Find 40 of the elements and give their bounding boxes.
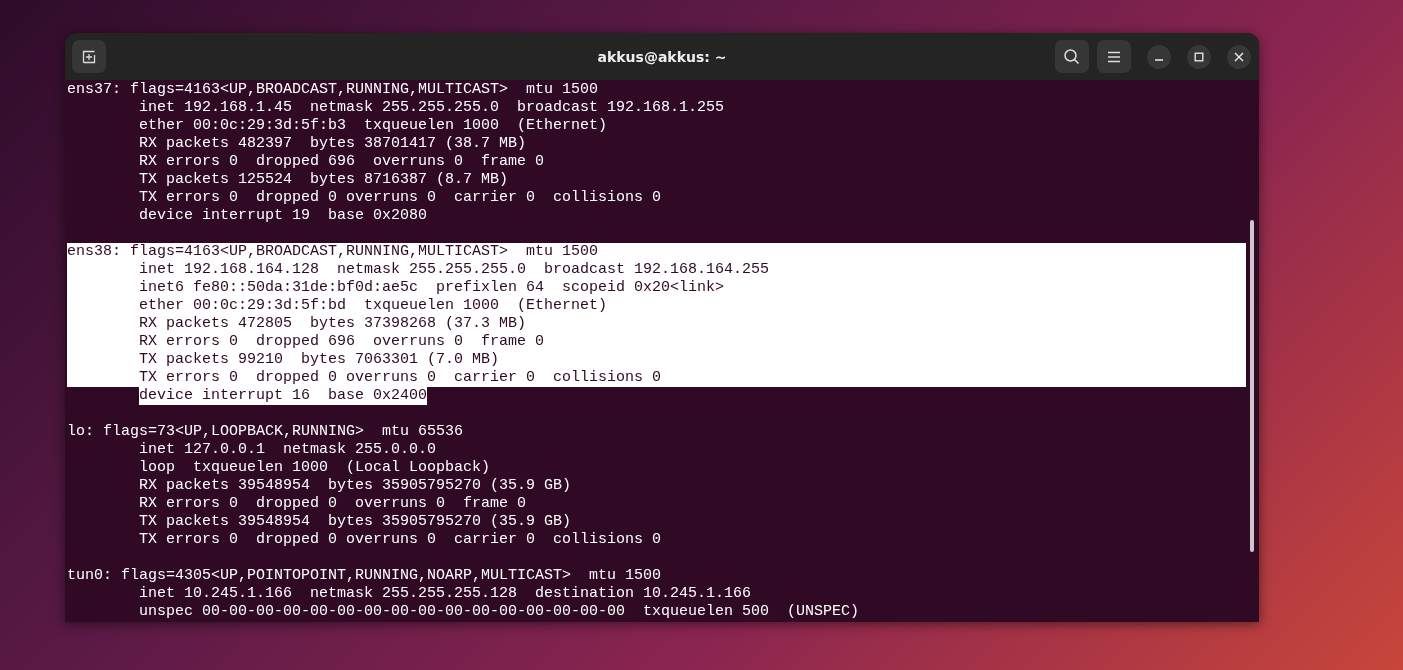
output-line: loop txqueuelen 1000 (Local Loopback) bbox=[139, 459, 491, 477]
output-line: RX packets 472805 bytes 37398268 (37.3 MB) bbox=[139, 315, 527, 333]
close-icon bbox=[1234, 51, 1244, 62]
menu-icon bbox=[1107, 50, 1121, 63]
output-line: RX errors 0 dropped 0 overruns 0 frame 0 bbox=[139, 495, 527, 513]
output-line: inet 10.245.1.166 netmask 255.255.255.128 destination 10.245.1.166 bbox=[139, 585, 752, 603]
minimize-button[interactable] bbox=[1147, 44, 1171, 69]
output-line: TX packets 99210 bytes 7063301 (7.0 MB) bbox=[139, 351, 500, 369]
output-line: RX packets 482397 bytes 38701417 (38.7 MB) bbox=[139, 135, 527, 153]
output-line: TX packets 125524 bytes 8716387 (8.7 MB) bbox=[139, 171, 509, 189]
output-line: TX errors 0 dropped 0 overruns 0 carrier 0 collisions 0 bbox=[139, 189, 662, 207]
output-line: lo: flags=73<UP,LOOPBACK,RUNNING> mtu 65536 bbox=[67, 423, 464, 441]
output-line: ens38: flags=4163<UP,BROADCAST,RUNNING,MULTICAST> mtu 1500 bbox=[67, 243, 599, 261]
output-line: RX errors 0 dropped 696 overruns 0 frame 0 bbox=[139, 153, 545, 171]
output-line: inet 192.168.164.128 netmask 255.255.255.0 broadcast 192.168.164.255 bbox=[139, 261, 770, 279]
maximize-button[interactable] bbox=[1187, 44, 1211, 69]
output-line: inet6 fe80::50da:31de:bf0d:ae5c prefixlen 64 scopeid 0x20<link> bbox=[139, 279, 725, 297]
output-line: tun0: flags=4305<UP,POINTOPOINT,RUNNING,NOARP,MULTICAST> mtu 1500 bbox=[67, 567, 662, 585]
output-line: ens37: flags=4163<UP,BROADCAST,RUNNING,MULTICAST> mtu 1500 bbox=[67, 81, 599, 99]
output-line: unspec 00-00-00-00-00-00-00-00-00-00-00-00-00-00-00-00 txqueuelen 500 (UNSPEC) bbox=[139, 603, 860, 621]
search-button[interactable] bbox=[1055, 40, 1089, 73]
scrollbar[interactable] bbox=[1250, 220, 1254, 552]
output-line: ether 00:0c:29:3d:5f:b3 txqueuelen 1000 (Ethernet) bbox=[139, 117, 608, 135]
output-line: inet 192.168.1.45 netmask 255.255.255.0 broadcast 192.168.1.255 bbox=[139, 99, 725, 117]
search-icon bbox=[1063, 47, 1081, 66]
menu-button[interactable] bbox=[1097, 40, 1131, 73]
output-line: ether 00:0c:29:3d:5f:bd txqueuelen 1000 (Ethernet) bbox=[139, 297, 608, 315]
new-tab-icon bbox=[81, 48, 97, 65]
output-line: inet 127.0.0.1 netmask 255.0.0.0 bbox=[139, 441, 437, 459]
output-line: RX packets 39548954 bytes 35905795270 (35.9 GB) bbox=[139, 477, 572, 495]
close-button[interactable] bbox=[1227, 44, 1251, 69]
output-line: RX errors 0 dropped 696 overruns 0 frame 0 bbox=[139, 333, 545, 351]
new-tab-button[interactable] bbox=[72, 40, 106, 73]
window-title: akkus@akkus: ~ bbox=[597, 48, 727, 65]
maximize-icon bbox=[1194, 51, 1204, 62]
output-line: TX errors 0 dropped 0 overruns 0 carrier 0 collisions 0 bbox=[139, 369, 662, 387]
output-line: device interrupt 19 base 0x2080 bbox=[139, 207, 428, 225]
minimize-icon bbox=[1155, 59, 1163, 61]
output-line: TX errors 0 dropped 0 overruns 0 carrier 0 collisions 0 bbox=[139, 531, 662, 549]
output-line: TX packets 39548954 bytes 35905795270 (35.9 GB) bbox=[139, 513, 572, 531]
